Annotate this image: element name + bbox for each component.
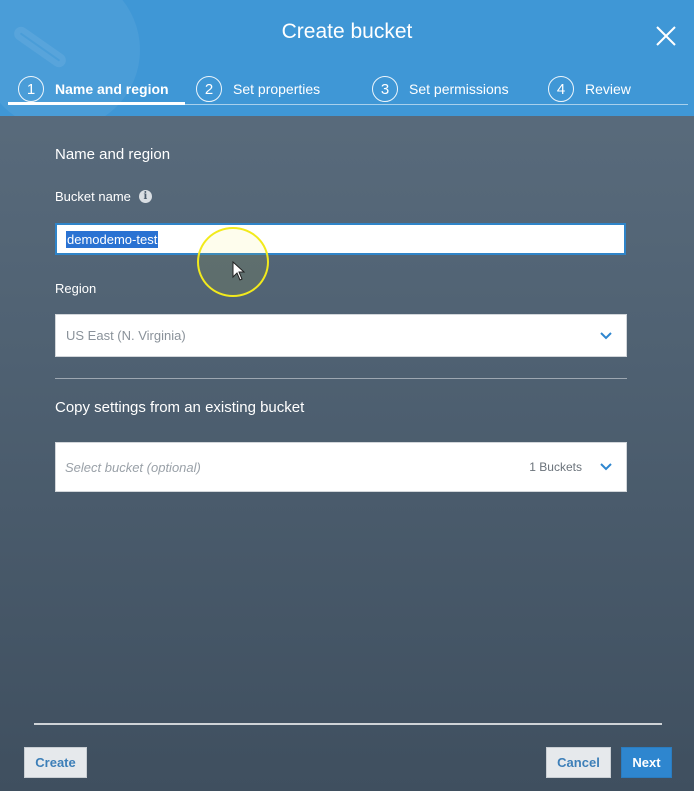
create-button[interactable]: Create bbox=[24, 747, 87, 778]
info-icon[interactable]: i bbox=[138, 190, 152, 203]
dialog-header: Create bucket 1 Name and region 2 Set pr… bbox=[0, 0, 694, 116]
step-name-and-region[interactable]: 1 Name and region bbox=[18, 74, 169, 104]
step-set-properties[interactable]: 2 Set properties bbox=[196, 74, 320, 104]
step-review[interactable]: 4 Review bbox=[548, 74, 631, 104]
mouse-pointer-icon bbox=[232, 261, 246, 281]
next-button[interactable]: Next bbox=[621, 747, 672, 778]
select-bucket-dropdown[interactable]: Select bucket (optional) 1 Buckets bbox=[55, 442, 627, 492]
bucket-count: 1 Buckets bbox=[529, 460, 582, 474]
step-label: Set permissions bbox=[409, 81, 509, 97]
region-label: Region bbox=[55, 281, 97, 296]
close-button[interactable] bbox=[654, 24, 678, 48]
step-set-permissions[interactable]: 3 Set permissions bbox=[372, 74, 509, 104]
section-title: Name and region bbox=[55, 146, 171, 163]
bucket-name-label: Bucket name i bbox=[55, 189, 152, 204]
bucket-name-value: demodemo-test bbox=[66, 230, 159, 248]
copy-settings-title: Copy settings from an existing bucket bbox=[55, 399, 305, 416]
step-label: Name and region bbox=[55, 81, 169, 97]
section-divider bbox=[55, 378, 627, 379]
chevron-down-icon bbox=[600, 331, 612, 339]
active-step-indicator bbox=[8, 102, 185, 105]
close-icon bbox=[656, 26, 676, 46]
dialog-title: Create bucket bbox=[281, 20, 413, 43]
select-bucket-placeholder: Select bucket (optional) bbox=[65, 459, 201, 475]
step-number: 3 bbox=[372, 76, 398, 102]
chevron-down-icon bbox=[600, 463, 612, 471]
region-select[interactable]: US East (N. Virginia) bbox=[55, 314, 627, 357]
bucket-name-label-text: Bucket name bbox=[55, 189, 131, 204]
bucket-name-input[interactable]: demodemo-test bbox=[55, 223, 626, 255]
step-label: Set properties bbox=[233, 81, 321, 97]
step-number: 2 bbox=[196, 76, 222, 102]
step-number: 1 bbox=[18, 76, 44, 102]
footer-divider bbox=[34, 723, 662, 725]
step-number: 4 bbox=[548, 76, 574, 102]
region-value: US East (N. Virginia) bbox=[66, 328, 186, 343]
cancel-button[interactable]: Cancel bbox=[546, 747, 611, 778]
wizard-steps: 1 Name and region 2 Set properties 3 Set… bbox=[0, 74, 694, 104]
step-label: Review bbox=[585, 81, 631, 97]
